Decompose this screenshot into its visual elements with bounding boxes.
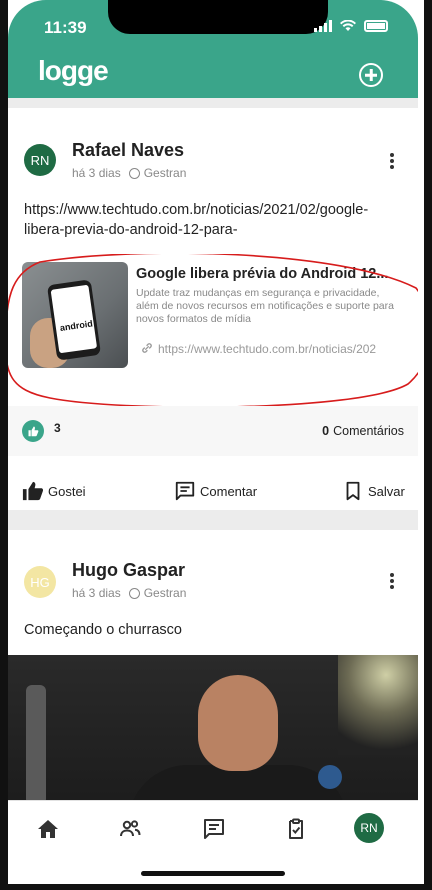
author-name[interactable]: Hugo Gaspar <box>72 560 185 581</box>
globe-icon <box>128 587 140 599</box>
post-actions: Gostei Comentar Salvar <box>8 470 418 510</box>
device-frame <box>424 0 432 890</box>
feed[interactable]: RN Rafael Naves há 3 dias Gestran https:… <box>8 98 418 800</box>
thumbs-up-icon <box>22 481 44 501</box>
link-title: Google libera prévia do Android 12... <box>136 266 389 282</box>
photo-object <box>318 765 342 789</box>
post-card: RN Rafael Naves há 3 dias Gestran https:… <box>8 108 418 510</box>
more-options-icon[interactable] <box>390 153 394 169</box>
comments-count[interactable]: 0 Comentários <box>322 424 404 438</box>
photo-light <box>338 655 418 755</box>
nav-people[interactable] <box>116 815 144 843</box>
like-label: Gostei <box>48 483 86 499</box>
more-options-icon[interactable] <box>390 573 394 589</box>
like-count: 3 <box>54 421 61 435</box>
thumbnail-phone-screen: android <box>50 284 98 354</box>
link-url[interactable]: https://www.techtudo.com.br/noticias/202 <box>158 342 404 356</box>
nav-home[interactable] <box>34 815 62 843</box>
save-label: Salvar <box>368 483 405 499</box>
add-post-button[interactable] <box>359 63 383 87</box>
thumbnail-phone: android <box>46 279 102 361</box>
people-icon <box>120 820 141 837</box>
post-text: Começando o churrasco <box>24 622 182 638</box>
app-logo[interactable]: logge <box>38 55 109 87</box>
post-meta: há 3 dias Gestran <box>72 586 186 600</box>
post-card: HG Hugo Gaspar há 3 dias Gestran Começan… <box>8 530 418 800</box>
save-button[interactable]: Salvar <box>342 480 405 502</box>
clipboard-check-icon <box>289 818 303 839</box>
comment-button[interactable]: Comentar <box>174 480 257 502</box>
globe-icon <box>128 167 140 179</box>
avatar[interactable]: RN <box>24 144 56 176</box>
photo-bottle <box>26 685 46 800</box>
like-button[interactable]: Gostei <box>22 480 86 502</box>
device-notch <box>108 0 328 34</box>
post-time: há 3 dias <box>72 586 121 600</box>
post-group: Gestran <box>143 586 187 600</box>
home-indicator[interactable] <box>141 871 285 876</box>
home-icon <box>38 820 58 838</box>
status-icons <box>314 20 388 32</box>
status-time: 11:39 <box>44 18 87 37</box>
app-screen: 11:39 logge RN Rafael Naves há 3 dias Ge… <box>0 0 432 890</box>
comment-label: Comentar <box>200 483 258 499</box>
comments-label: Comentários <box>333 424 404 438</box>
like-badge-icon <box>22 420 44 442</box>
device-frame <box>0 0 8 890</box>
post-time: há 3 dias <box>72 166 121 180</box>
post-stats: 3 0 Comentários <box>8 406 418 456</box>
device-frame <box>0 884 432 890</box>
nav-messages[interactable] <box>200 815 228 843</box>
post-group: Gestran <box>143 166 187 180</box>
photo-person-head <box>198 675 278 771</box>
nav-profile-avatar[interactable]: RN <box>354 813 384 843</box>
signal-icon <box>314 20 332 32</box>
chat-icon <box>204 819 224 839</box>
thumbnail-text: android <box>59 318 94 333</box>
avatar[interactable]: HG <box>24 566 56 598</box>
post-meta: há 3 dias Gestran <box>72 166 186 180</box>
app-header: 11:39 logge <box>8 0 418 98</box>
wifi-icon <box>340 20 356 31</box>
link-thumbnail: android <box>22 262 128 368</box>
author-name[interactable]: Rafael Naves <box>72 140 184 161</box>
post-text: https://www.techtudo.com.br/noticias/202… <box>24 202 369 238</box>
link-description: Update traz mudanças em segurança e priv… <box>136 287 394 325</box>
post-photo[interactable] <box>8 655 418 800</box>
link-icon <box>140 341 154 355</box>
nav-tasks[interactable] <box>282 815 310 843</box>
bookmark-icon <box>346 481 360 501</box>
comments-number: 0 <box>322 424 330 438</box>
comment-icon <box>175 481 195 501</box>
link-preview-card[interactable]: android Google libera prévia do Android … <box>22 262 404 368</box>
battery-icon <box>364 20 388 32</box>
bottom-nav: RN <box>8 800 418 890</box>
